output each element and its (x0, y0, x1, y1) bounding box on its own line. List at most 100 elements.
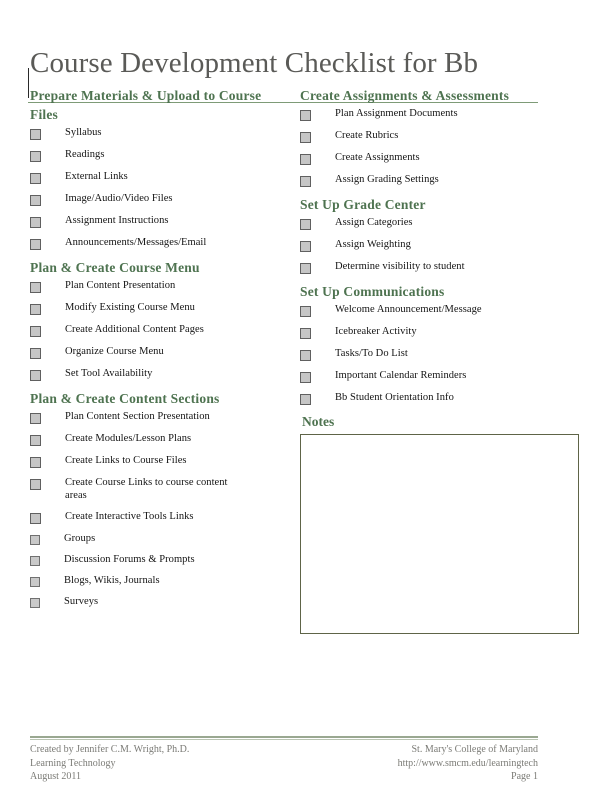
checklist-item-label: Assign Categories (335, 217, 413, 228)
checkbox-icon[interactable] (30, 370, 41, 381)
checkbox-icon[interactable] (30, 513, 41, 524)
checkbox-icon[interactable] (30, 151, 41, 162)
checklist-item[interactable]: Create Additional Content Pages (30, 323, 288, 337)
checklist-item-label: Readings (65, 149, 105, 160)
checkbox-icon[interactable] (30, 577, 40, 587)
checkbox-icon[interactable] (30, 457, 41, 468)
checklist-item[interactable]: Set Tool Availability (30, 367, 288, 381)
footer-divider-thick (30, 736, 538, 738)
checkbox-icon[interactable] (30, 556, 40, 566)
checklist-item[interactable]: Welcome Announcement/Message (300, 303, 562, 317)
checklist-item[interactable]: Create Course Links to course content ar… (30, 476, 288, 502)
checklist-item-label: Create Course Links to course content ar… (65, 477, 228, 501)
checkbox-icon[interactable] (30, 304, 41, 315)
notes-textarea[interactable] (300, 434, 579, 634)
checklist-item[interactable]: Important Calendar Reminders (300, 369, 562, 383)
checkbox-icon[interactable] (30, 435, 41, 446)
checklist-item[interactable]: Icebreaker Activity (300, 325, 562, 339)
checkbox-icon[interactable] (30, 413, 41, 424)
checkbox-icon[interactable] (30, 239, 41, 250)
checkbox-icon[interactable] (300, 394, 311, 405)
checklist-subitem[interactable]: Discussion Forums & Prompts (30, 553, 288, 566)
footer-left-block: Created by Jennifer C.M. Wright, Ph.D. L… (30, 743, 189, 784)
checklist-item-label: Bb Student Orientation Info (335, 392, 454, 403)
checkbox-icon[interactable] (30, 282, 41, 293)
checklist-item[interactable]: Modify Existing Course Menu (30, 301, 288, 315)
checklist-item[interactable]: Create Modules/Lesson Plans (30, 432, 288, 446)
checklist-item[interactable]: Organize Course Menu (30, 345, 288, 359)
checkbox-icon[interactable] (30, 217, 41, 228)
checkbox-icon[interactable] (300, 350, 311, 361)
checkbox-icon[interactable] (30, 326, 41, 337)
checklist-item-label: Create Rubrics (335, 130, 399, 141)
checklist-item[interactable]: Plan Content Presentation (30, 279, 288, 293)
checklist-item[interactable]: Plan Content Section Presentation (30, 410, 288, 424)
checklist-item-label: Create Links to Course Files (65, 455, 187, 466)
footer-divider-thin (30, 739, 538, 740)
checkbox-icon[interactable] (30, 535, 40, 545)
right-column: Create Assignments & Assessments Plan As… (300, 86, 579, 634)
checklist-item[interactable]: Readings (30, 148, 288, 162)
checklist-item-label: Assignment Instructions (65, 215, 169, 226)
checkbox-icon[interactable] (300, 263, 311, 274)
checkbox-icon[interactable] (30, 598, 40, 608)
checklist-item[interactable]: Announcements/Messages/Email (30, 236, 288, 250)
checkbox-icon[interactable] (30, 129, 41, 140)
checkbox-icon[interactable] (300, 110, 311, 121)
checklist-item-label: Assign Weighting (335, 239, 411, 250)
checklist-item[interactable]: Create Rubrics (300, 129, 562, 143)
checklist-item-label: Create Assignments (335, 152, 420, 163)
checklist-item-label: Plan Assignment Documents (335, 108, 458, 119)
checklist-item[interactable]: Syllabus (30, 126, 288, 140)
checkbox-icon[interactable] (300, 372, 311, 383)
checklist-item[interactable]: Assign Weighting (300, 238, 562, 252)
checklist-item[interactable]: Assign Categories (300, 216, 562, 230)
footer-department: Learning Technology (30, 757, 116, 769)
checklist-item[interactable]: External Links (30, 170, 288, 184)
checklist-item[interactable]: Tasks/To Do List (300, 347, 562, 361)
checklist-item-label: Announcements/Messages/Email (65, 237, 207, 248)
checklist-subitem-label: Discussion Forums & Prompts (64, 554, 195, 565)
checklist-item[interactable]: Create Assignments (300, 151, 562, 165)
checkbox-icon[interactable] (30, 348, 41, 359)
section-heading-plan-create-course-menu: Plan & Create Course Menu (30, 260, 200, 275)
checkbox-icon[interactable] (300, 154, 311, 165)
checklist-item-label: Icebreaker Activity (335, 326, 417, 337)
checkbox-icon[interactable] (30, 195, 41, 206)
page-footer: Created by Jennifer C.M. Wright, Ph.D. L… (30, 736, 538, 784)
checklist-item[interactable]: Assign Grading Settings (300, 173, 562, 187)
checklist-item[interactable]: Determine visibility to student (300, 260, 562, 274)
checklist-subitem-label: Surveys (64, 596, 99, 607)
section-heading-plan-create-content-sections: Plan & Create Content Sections (30, 391, 220, 406)
checklist-item[interactable]: Assignment Instructions (30, 214, 288, 228)
checkbox-icon[interactable] (30, 173, 41, 184)
checkbox-icon[interactable] (300, 132, 311, 143)
footer-institution: St. Mary's College of Maryland (411, 744, 538, 755)
checklist-subitem[interactable]: Groups (30, 532, 288, 545)
page-title: Course Development Checklist for Bb (30, 47, 479, 80)
checklist-subitem[interactable]: Surveys (30, 595, 288, 608)
checklist-item-label: Syllabus (65, 127, 102, 138)
checklist-item-label: Welcome Announcement/Message (335, 304, 482, 315)
checklist-course-menu: Plan Content Presentation Modify Existin… (30, 279, 288, 381)
checklist-subitem[interactable]: Blogs, Wikis, Journals (30, 574, 288, 587)
footer-author: Created by Jennifer C.M. Wright, Ph.D. (30, 744, 190, 755)
section-heading-set-up-communications: Set Up Communications (300, 284, 445, 299)
checkbox-icon[interactable] (300, 328, 311, 339)
checklist-item-label: Set Tool Availability (65, 368, 153, 379)
checkbox-icon[interactable] (300, 176, 311, 187)
checkbox-icon[interactable] (300, 219, 311, 230)
checklist-item-label: Assign Grading Settings (335, 174, 439, 185)
section-heading-set-up-grade-center: Set Up Grade Center (300, 197, 426, 212)
checklist-item[interactable]: Plan Assignment Documents (300, 107, 562, 121)
checklist-item[interactable]: Image/Audio/Video Files (30, 192, 288, 206)
checklist-item[interactable]: Create Links to Course Files (30, 454, 288, 468)
footer-url: http://www.smcm.edu/learningtech (397, 757, 538, 769)
checkbox-icon[interactable] (300, 306, 311, 317)
checkbox-icon[interactable] (300, 241, 311, 252)
checklist-subitem-label: Groups (64, 533, 96, 544)
checklist-item[interactable]: Bb Student Orientation Info (300, 391, 562, 405)
checklist-prepare-materials: Syllabus Readings External Links Image/A… (30, 126, 288, 250)
checklist-item[interactable]: Create Interactive Tools Links (30, 510, 288, 524)
checkbox-icon[interactable] (30, 479, 41, 490)
